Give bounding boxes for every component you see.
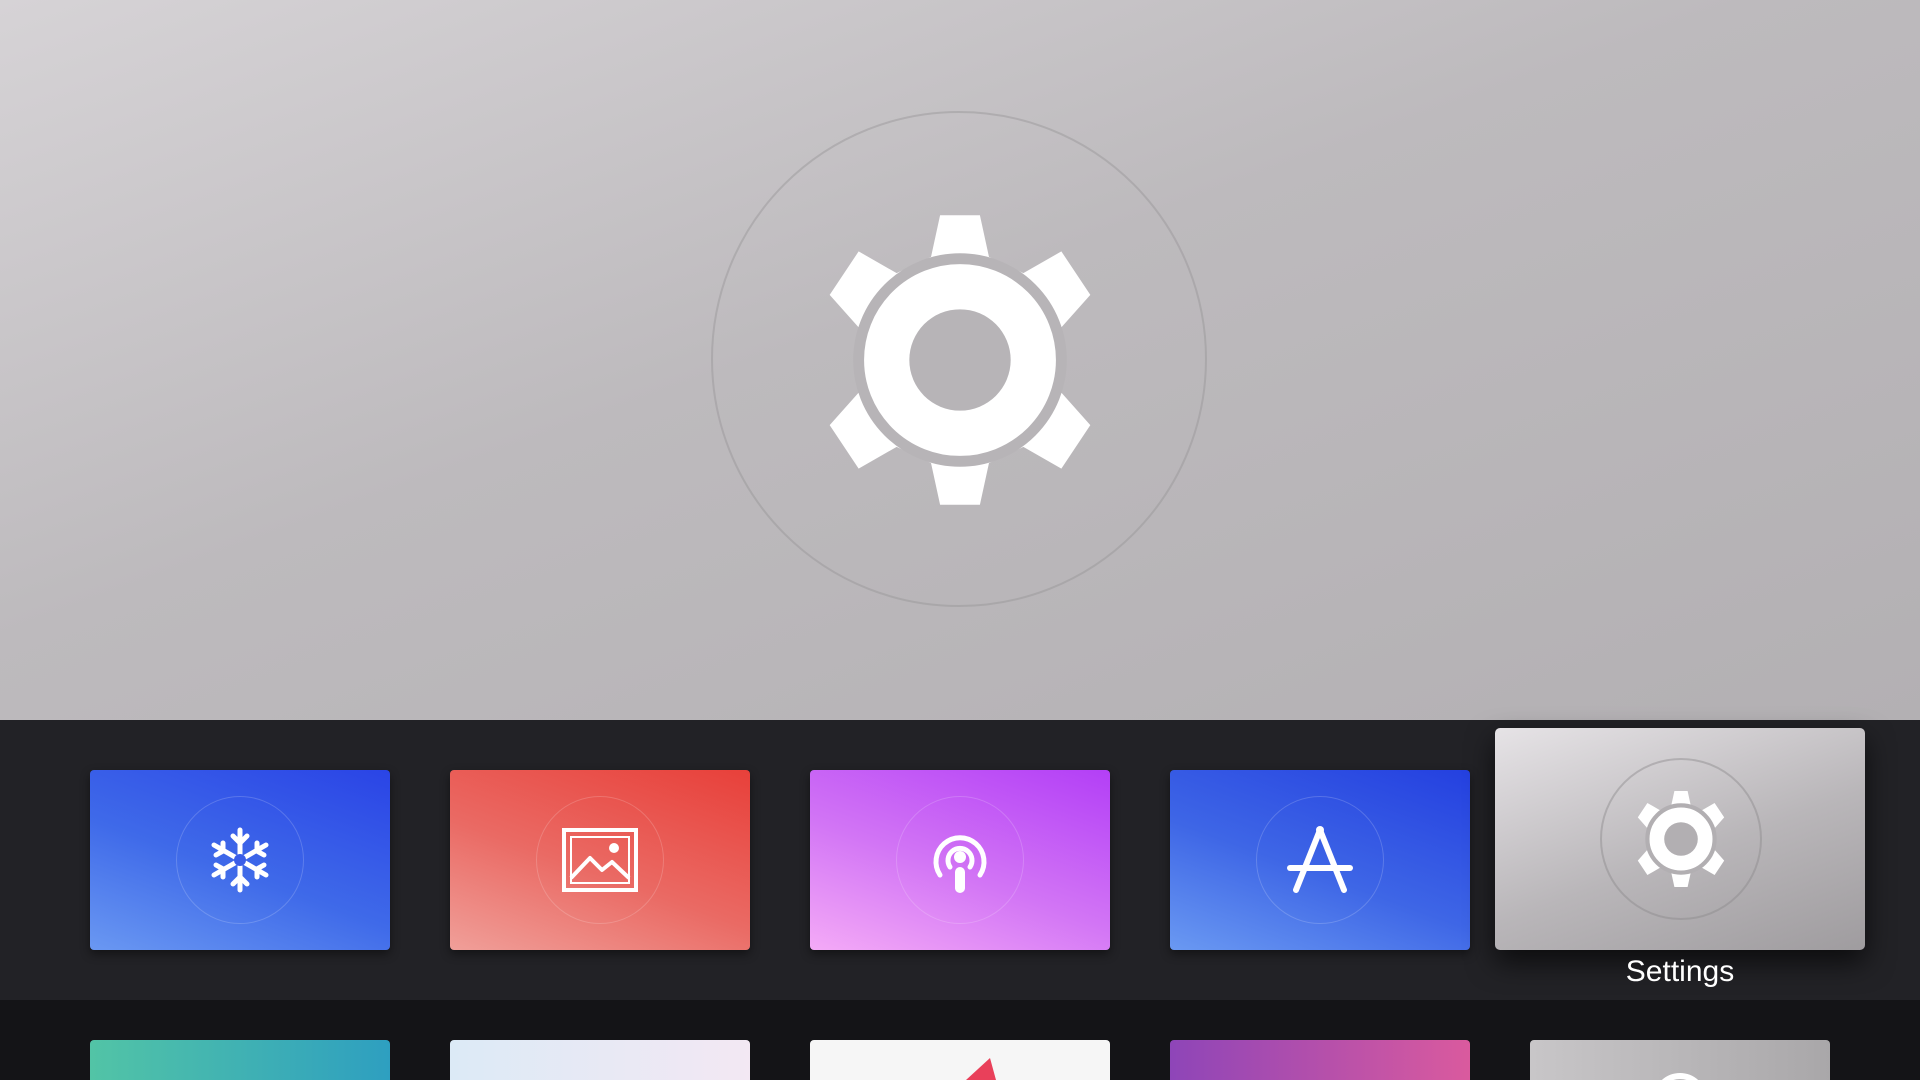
gear-icon	[829, 215, 1091, 505]
tvos-home-screen: Settings	[0, 0, 1920, 1080]
gear-icon	[1661, 1073, 1699, 1080]
app-tile-settings[interactable]	[1495, 728, 1865, 950]
snowflake-icon	[211, 827, 269, 893]
focused-app-label: Settings	[1625, 955, 1735, 988]
app-tile-podcasts[interactable]	[810, 770, 1110, 950]
app-tile-row2-3[interactable]	[810, 1040, 1110, 1080]
app-tile-snowflake[interactable]	[90, 770, 390, 950]
photos-icon	[562, 828, 638, 892]
top-shelf	[0, 0, 1920, 720]
gear-icon	[1637, 791, 1725, 887]
app-tile-photos[interactable]	[450, 770, 750, 950]
app-tile-row2-2[interactable]	[450, 1040, 750, 1080]
app-tile-row2-5[interactable]	[1530, 1040, 1830, 1080]
app-tile-row2-4[interactable]	[1170, 1040, 1470, 1080]
app-tile-row2-1[interactable]	[90, 1040, 390, 1080]
app-tile-app-store[interactable]	[1170, 770, 1470, 950]
podcasts-icon	[933, 835, 987, 893]
app-store-icon	[1287, 826, 1353, 893]
music-icon	[966, 1058, 996, 1080]
